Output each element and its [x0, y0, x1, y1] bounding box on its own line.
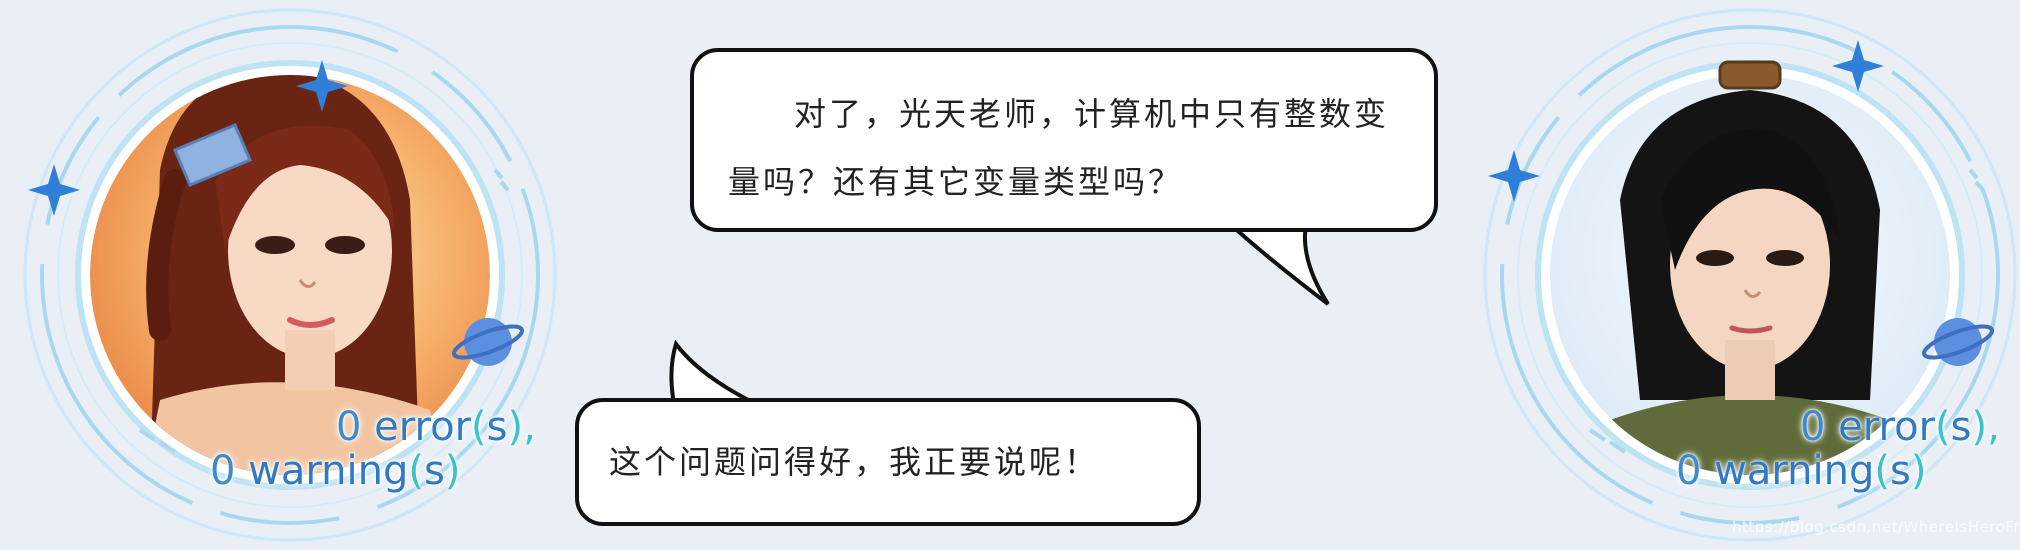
bottom-bubble-tail — [669, 340, 757, 406]
right-warning-count-badge: 0 warning(s) — [1676, 448, 1927, 494]
bottom-bubble-text: 这个问题问得好，我正要说呢！ — [609, 443, 1100, 481]
sparkle-icon — [28, 164, 80, 216]
left-error-count-badge: 0 error(s), — [336, 404, 536, 450]
top-speech-bubble: 对了，光天老师，计算机中只有整数变量吗？还有其它变量类型吗？ — [690, 48, 1438, 232]
bottom-speech-bubble: 这个问题问得好，我正要说呢！ — [575, 398, 1201, 526]
top-bubble-tail — [1228, 220, 1330, 306]
watermark-text: https://blog.csdn.net/WhereIsHeroFrom — [1732, 518, 2020, 536]
left-warning-count-badge: 0 warning(s) — [210, 448, 461, 494]
right-character-avatar: 0 error(s), 0 warning(s) — [1470, 0, 2020, 550]
right-error-count-badge: 0 error(s), — [1800, 404, 2000, 450]
top-bubble-text: 对了，光天老师，计算机中只有整数变量吗？还有其它变量类型吗？ — [728, 95, 1390, 201]
left-character-avatar: 0 error(s), 0 warning(s) — [10, 0, 570, 550]
